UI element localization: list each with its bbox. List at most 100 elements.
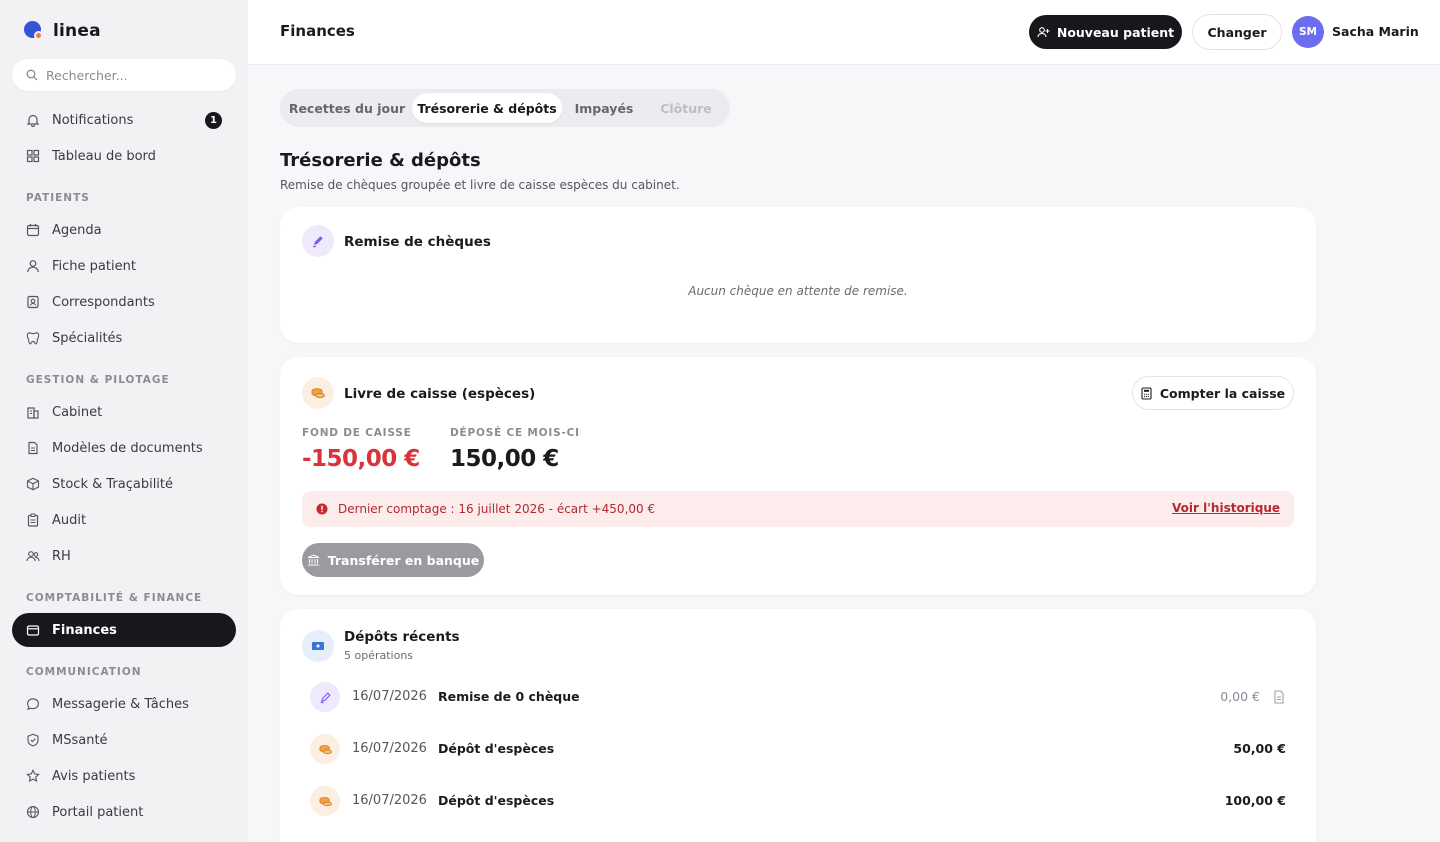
- cashbook-card: Livre de caisse (espèces) Compter la cai…: [280, 357, 1316, 595]
- bank-icon: [307, 554, 319, 566]
- count-cash-button[interactable]: Compter la caisse: [1132, 376, 1294, 410]
- transfer-to-bank-button[interactable]: Transférer en banque: [302, 543, 484, 577]
- deposit-label: Dépôt d'espèces: [438, 741, 555, 756]
- sidebar-item-label: Portail patient: [52, 804, 144, 820]
- sidebar-item-label: Spécialités: [52, 330, 123, 346]
- sidebar-item-mssante[interactable]: MSsanté: [12, 723, 236, 757]
- cash-fund-label: FOND DE CAISSE: [302, 427, 412, 439]
- logo-icon: [24, 21, 44, 41]
- tab-treasury-deposits[interactable]: Trésorerie & dépôts: [412, 93, 562, 123]
- section-title: Trésorerie & dépôts: [280, 150, 481, 171]
- grid-icon: [26, 149, 40, 163]
- wallet-icon: [26, 623, 40, 637]
- deposit-date: 16/07/2026: [352, 689, 427, 704]
- cashbook-title: Livre de caisse (espèces): [344, 386, 536, 402]
- shield-icon: [26, 733, 40, 747]
- sidebar-item-dashboard[interactable]: Tableau de bord: [12, 139, 236, 173]
- section-label-communication: COMMUNICATION: [26, 666, 142, 678]
- deposit-amount: 100,00 €: [1224, 793, 1286, 808]
- alert-text: Dernier comptage : 16 juillet 2026 - éca…: [338, 502, 656, 516]
- sidebar-item-label: MSsanté: [52, 732, 108, 748]
- view-history-link[interactable]: Voir l'historique: [1172, 501, 1280, 515]
- new-patient-label: Nouveau patient: [1056, 24, 1175, 40]
- app-logo[interactable]: linea: [24, 20, 101, 42]
- deposit-date: 16/07/2026: [352, 741, 427, 756]
- cheque-deposit-card: Remise de chèques Aucun chèque en attent…: [280, 207, 1316, 343]
- clipboard-icon: [26, 513, 40, 527]
- document-icon: [26, 441, 40, 455]
- deposited-month-value: 150,00 €: [450, 446, 559, 472]
- app-name: linea: [53, 21, 101, 41]
- tab-closing: Clôture: [660, 100, 712, 116]
- notifications-badge: 1: [205, 112, 222, 129]
- sidebar-item-agenda[interactable]: Agenda: [12, 213, 236, 247]
- deposits-count: 5 opérations: [344, 649, 414, 662]
- deposits-title: Dépôts récents: [344, 629, 460, 645]
- alert-circle-icon: [316, 503, 328, 515]
- deposit-row[interactable]: 16/07/2026 Remise de 0 chèque 0,00 €: [302, 676, 1294, 720]
- section-label-gestion: GESTION & PILOTAGE: [26, 374, 170, 386]
- sidebar-item-correspondants[interactable]: Correspondants: [12, 285, 236, 319]
- sidebar-item-label: Correspondants: [52, 294, 155, 310]
- sidebar-item-messaging[interactable]: Messagerie & Tâches: [12, 687, 236, 721]
- change-button[interactable]: Changer: [1192, 14, 1282, 50]
- section-subtitle: Remise de chèques groupée et livre de ca…: [280, 178, 680, 192]
- sidebar-item-patient-file[interactable]: Fiche patient: [12, 249, 236, 283]
- calendar-icon: [26, 223, 40, 237]
- user-icon: [26, 259, 40, 273]
- finance-tabs: Recettes du jour Trésorerie & dépôts Imp…: [280, 89, 730, 127]
- sidebar-item-label: Notifications: [52, 112, 134, 128]
- deposit-date: 16/07/2026: [352, 793, 427, 808]
- sidebar-item-label: RH: [52, 548, 71, 564]
- sidebar-item-cabinet[interactable]: Cabinet: [12, 395, 236, 429]
- sidebar-item-label: Agenda: [52, 222, 102, 238]
- deposit-row[interactable]: 16/07/2026 Dépôt d'espèces 100,00 €: [302, 780, 1294, 824]
- new-patient-button[interactable]: Nouveau patient: [1029, 15, 1182, 49]
- tab-daily-receipts[interactable]: Recettes du jour: [284, 93, 410, 123]
- sidebar-item-patient-portal[interactable]: Portail patient: [12, 795, 236, 829]
- sidebar-item-reviews[interactable]: Avis patients: [12, 759, 236, 793]
- deposit-amount: 50,00 €: [1233, 741, 1286, 756]
- document-icon[interactable]: [1272, 689, 1286, 705]
- sidebar-item-document-templates[interactable]: Modèles de documents: [12, 431, 236, 465]
- sidebar-item-stock[interactable]: Stock & Traçabilité: [12, 467, 236, 501]
- contact-card-icon: [26, 295, 40, 309]
- sidebar-item-finances[interactable]: Finances: [12, 613, 236, 647]
- sidebar-item-specialites[interactable]: Spécialités: [12, 321, 236, 355]
- chat-icon: [26, 697, 40, 711]
- building-icon: [26, 405, 40, 419]
- sidebar-item-label: Stock & Traçabilité: [52, 476, 174, 492]
- calculator-icon: [1141, 386, 1152, 400]
- tab-unpaid[interactable]: Impayés: [564, 93, 644, 123]
- sidebar: linea Notifications 1 Tableau de bord PA…: [0, 0, 248, 842]
- sidebar-item-audit[interactable]: Audit: [12, 503, 236, 537]
- sidebar-item-label: Finances: [52, 622, 117, 638]
- box-icon: [26, 477, 40, 491]
- search-box[interactable]: [12, 59, 236, 91]
- sidebar-item-label: Tableau de bord: [52, 148, 156, 164]
- page-title: Finances: [280, 22, 355, 40]
- user-name[interactable]: Sacha Marin: [1332, 24, 1419, 39]
- cheque-empty-message: Aucun chèque en attente de remise.: [688, 284, 908, 298]
- deposit-row[interactable]: 16/07/2026 Dépôt d'espèces 50,00 €: [302, 728, 1294, 772]
- globe-icon: [26, 805, 40, 819]
- count-cash-label: Compter la caisse: [1159, 385, 1286, 401]
- sidebar-item-label: Avis patients: [52, 768, 136, 784]
- coins-icon: [310, 786, 340, 816]
- search-icon: [26, 69, 38, 81]
- avatar[interactable]: SM: [1292, 16, 1324, 48]
- cheque-card-title: Remise de chèques: [344, 234, 491, 250]
- cash-fund-value: -150,00 €: [302, 446, 420, 472]
- sidebar-item-notifications[interactable]: Notifications 1: [12, 103, 236, 137]
- transfer-label: Transférer en banque: [327, 552, 480, 568]
- section-label-patients: PATIENTS: [26, 192, 90, 204]
- sidebar-item-label: Audit: [52, 512, 87, 528]
- deposit-amount: 0,00 €: [1220, 689, 1260, 704]
- count-discrepancy-alert: Dernier comptage : 16 juillet 2026 - éca…: [302, 491, 1294, 527]
- cheque-pen-icon: [310, 682, 340, 712]
- sidebar-item-rh[interactable]: RH: [12, 539, 236, 573]
- deposit-label: Dépôt d'espèces: [438, 793, 555, 808]
- deposit-label: Remise de 0 chèque: [438, 689, 580, 704]
- search-input[interactable]: [46, 67, 226, 83]
- topbar: Finances Nouveau patient Changer SM Sach…: [248, 0, 1440, 65]
